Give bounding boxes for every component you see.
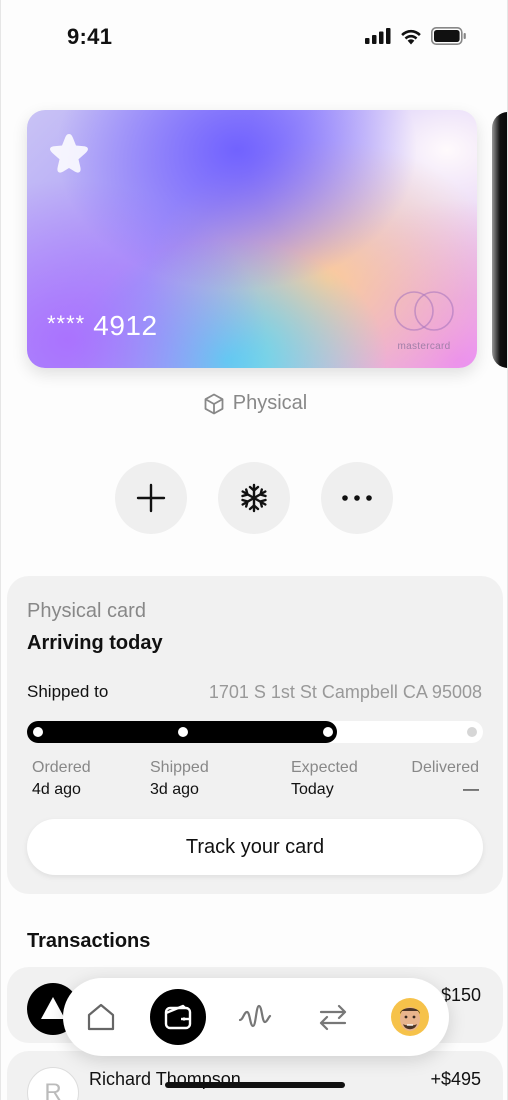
physical-card-panel: Physical card Arriving today Shipped to … xyxy=(7,576,503,894)
step-value: Today xyxy=(291,781,334,798)
home-indicator[interactable] xyxy=(165,1082,345,1088)
snowflake-icon xyxy=(241,483,267,513)
step-name: Delivered xyxy=(411,759,479,776)
card-type-label: Physical xyxy=(232,392,308,414)
bottom-nav xyxy=(63,978,449,1056)
status-icons xyxy=(365,27,467,45)
step-value: 3d ago xyxy=(150,781,199,798)
mastercard-logo: mastercard xyxy=(389,288,459,352)
box-icon xyxy=(204,393,224,414)
transaction-row[interactable]: R Richard Thompson +$495 xyxy=(7,1051,503,1100)
progress-dot-delivered xyxy=(467,727,477,737)
step-shipped: Shipped 3d ago xyxy=(150,759,209,799)
wallet-screen: 9:41 **** 4912 mastercard Physical Physi… xyxy=(0,0,508,1100)
transaction-amount: +$495 xyxy=(430,1069,481,1089)
status-time: 9:41 xyxy=(67,24,113,49)
step-name: Ordered xyxy=(32,759,91,776)
progress-dot-expected xyxy=(323,727,333,737)
track-card-button[interactable]: Track your card xyxy=(27,819,483,875)
freeze-card-button[interactable] xyxy=(218,462,290,534)
more-options-button[interactable] xyxy=(321,462,393,534)
contact-avatar: R xyxy=(27,1067,79,1100)
nav-home[interactable] xyxy=(73,989,129,1045)
transactions-heading: Transactions xyxy=(27,930,151,952)
plus-icon xyxy=(136,483,166,513)
step-delivered: Delivered — xyxy=(411,759,479,799)
wifi-icon xyxy=(401,29,421,44)
progress-dot-shipped xyxy=(178,727,188,737)
payment-card[interactable]: **** 4912 mastercard xyxy=(27,110,477,368)
step-expected: Expected Today xyxy=(291,759,358,799)
card-network-label: mastercard xyxy=(397,341,451,352)
panel-subtitle: Physical card xyxy=(27,600,146,622)
battery-icon xyxy=(431,27,466,45)
favorite-star-icon[interactable] xyxy=(45,130,93,178)
next-card-peek[interactable] xyxy=(492,112,507,368)
step-value: — xyxy=(463,781,479,798)
step-value: 4d ago xyxy=(32,781,81,798)
step-ordered: Ordered 4d ago xyxy=(32,759,91,799)
card-number: **** 4912 xyxy=(47,310,158,342)
home-icon xyxy=(87,1003,115,1031)
nav-profile[interactable] xyxy=(382,989,438,1045)
nav-wallet[interactable] xyxy=(150,989,206,1045)
shipping-steps: Ordered 4d ago Shipped 3d ago Expected T… xyxy=(7,759,503,803)
panel-title: Arriving today xyxy=(27,632,163,654)
nav-transfer[interactable] xyxy=(305,989,361,1045)
shipping-address: 1701 S 1st St Campbell CA 95008 xyxy=(208,682,482,702)
card-number-mask: **** xyxy=(47,311,86,336)
add-money-button[interactable] xyxy=(115,462,187,534)
card-actions xyxy=(115,462,393,534)
step-name: Expected xyxy=(291,759,358,776)
nav-activity[interactable] xyxy=(227,989,283,1045)
shipped-to-label: Shipped to xyxy=(27,682,109,701)
card-type: Physical xyxy=(1,392,507,415)
transfer-arrows-icon xyxy=(319,1004,347,1031)
card-last4: 4912 xyxy=(93,310,158,341)
step-name: Shipped xyxy=(150,759,209,776)
mastercard-circles-icon xyxy=(394,291,454,331)
wallet-icon xyxy=(164,1004,192,1030)
transaction-amount: $150 xyxy=(440,985,481,1005)
cellular-signal-icon xyxy=(365,28,391,44)
progress-dot-ordered xyxy=(33,727,43,737)
profile-avatar xyxy=(391,998,429,1036)
activity-icon xyxy=(238,1004,272,1028)
shipping-progress-bar xyxy=(27,721,483,743)
ellipsis-icon xyxy=(342,495,372,501)
